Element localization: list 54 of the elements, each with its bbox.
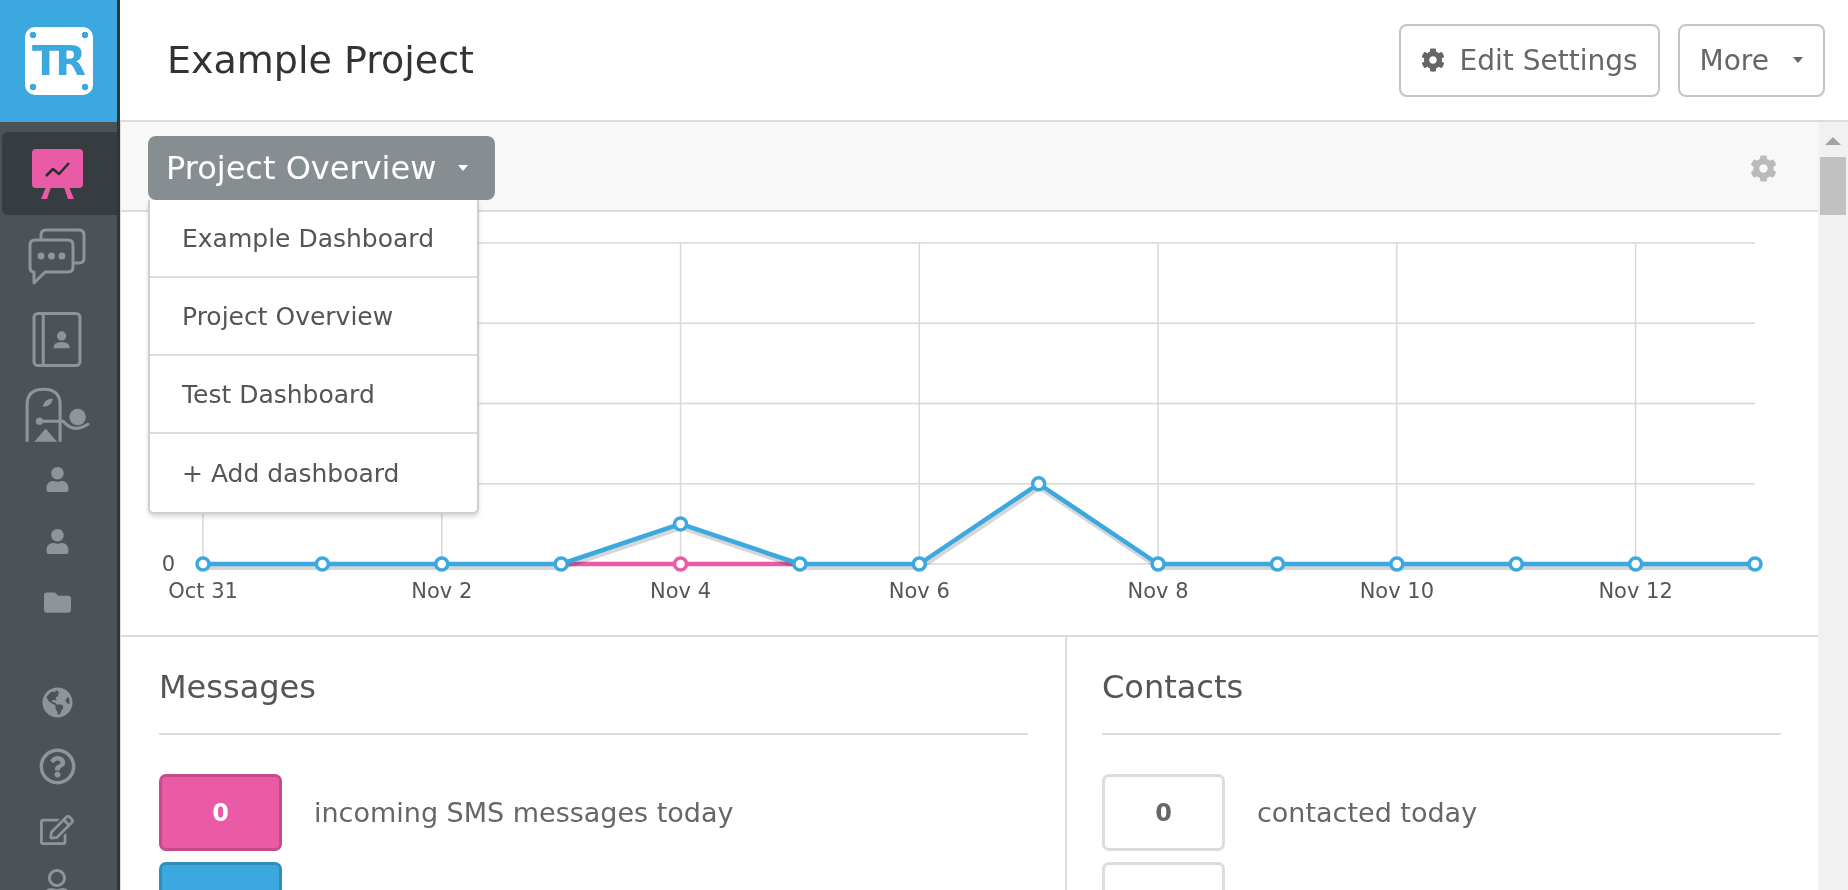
menu-item[interactable]: Test Dashboard bbox=[150, 356, 477, 434]
stat-count: 0 bbox=[1102, 774, 1225, 851]
data-point bbox=[1269, 556, 1286, 572]
stat-label: contacted today bbox=[1257, 797, 1478, 828]
data-point bbox=[1389, 556, 1405, 572]
data-point bbox=[792, 556, 808, 572]
settings-icon bbox=[1420, 48, 1445, 72]
caret-icon bbox=[1793, 57, 1803, 63]
data-point bbox=[1747, 556, 1763, 572]
chat-bubbles-icon bbox=[27, 227, 87, 287]
data-point bbox=[1030, 476, 1047, 492]
caret-icon bbox=[458, 165, 469, 171]
data-point bbox=[1627, 556, 1644, 572]
axis-label: Nov 8 bbox=[1127, 579, 1189, 603]
stat-count: 0 bbox=[159, 774, 282, 851]
data-point bbox=[1508, 556, 1524, 572]
section-heading: Messages bbox=[159, 667, 316, 707]
menu-item[interactable]: + Add dashboard bbox=[150, 434, 477, 512]
person-icon bbox=[44, 466, 70, 492]
stat-label: incoming SMS messages today bbox=[314, 797, 734, 828]
data-point bbox=[672, 516, 689, 532]
scrollbar-thumb[interactable] bbox=[1820, 157, 1846, 215]
scroll-up-arrow-icon[interactable] bbox=[1825, 137, 1841, 145]
axis-label: Nov 12 bbox=[1598, 579, 1673, 603]
axis-label: Nov 6 bbox=[888, 579, 950, 603]
axis-label: Nov 10 bbox=[1359, 579, 1435, 603]
menu-item[interactable]: Project Overview bbox=[150, 278, 477, 356]
help-icon bbox=[38, 748, 76, 785]
axis-label: Oct 31 bbox=[168, 579, 238, 603]
person-pointing-icon bbox=[24, 385, 90, 442]
axis-label: Nov 4 bbox=[650, 579, 712, 603]
scrollbar[interactable] bbox=[1818, 122, 1848, 890]
data-point bbox=[1150, 556, 1166, 572]
presentation-board-icon bbox=[31, 148, 83, 199]
data-point bbox=[434, 556, 450, 572]
address-book-icon bbox=[32, 310, 82, 368]
more-button[interactable]: More bbox=[1677, 23, 1825, 97]
section-heading: Contacts bbox=[1102, 667, 1244, 707]
axis-label: 0 bbox=[161, 552, 175, 576]
data-point bbox=[672, 556, 689, 572]
data-point bbox=[314, 556, 331, 572]
page-title: Example Project bbox=[167, 38, 474, 82]
person-icon bbox=[44, 528, 70, 554]
data-point bbox=[553, 556, 569, 572]
folder-icon bbox=[43, 589, 71, 616]
data-point bbox=[195, 556, 211, 572]
menu-item[interactable]: Example Dashboard bbox=[150, 200, 477, 278]
edit-settings-button[interactable]: Edit Settings bbox=[1398, 23, 1660, 97]
nav-button[interactable] bbox=[2, 132, 117, 215]
globe-icon bbox=[41, 686, 73, 718]
edit-icon bbox=[40, 812, 74, 847]
axis-label: Nov 2 bbox=[411, 579, 473, 603]
data-point bbox=[911, 556, 928, 572]
settings-icon[interactable] bbox=[1750, 154, 1777, 182]
